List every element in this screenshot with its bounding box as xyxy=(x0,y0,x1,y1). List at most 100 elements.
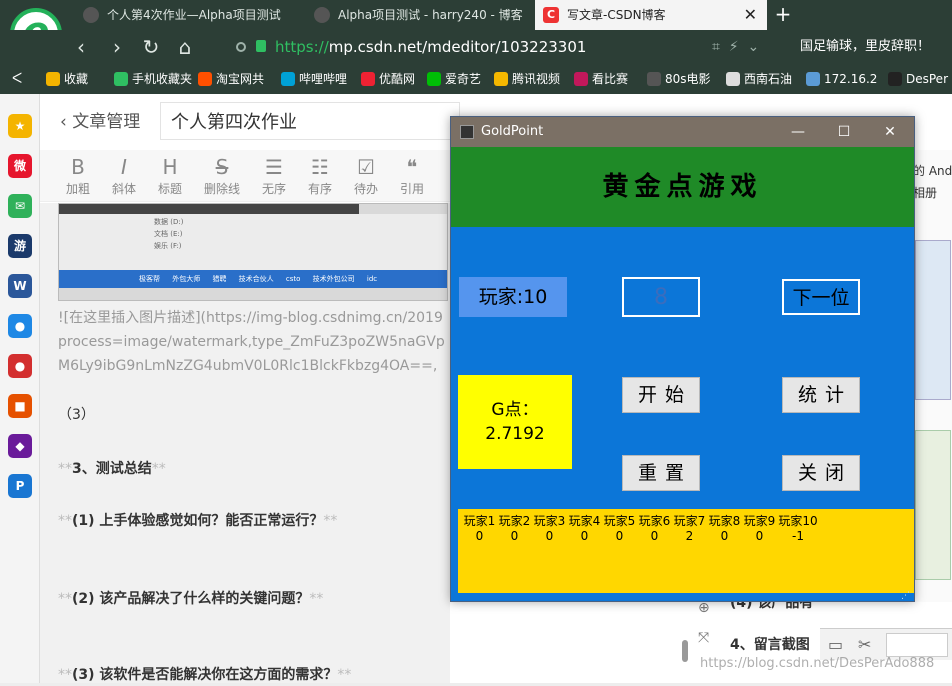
todo-button[interactable]: ☑ 待办 xyxy=(344,154,388,200)
close-icon[interactable]: ✕ xyxy=(867,117,913,147)
player-score: 0 xyxy=(580,529,589,543)
resize-grip-icon[interactable]: ⋰ xyxy=(901,591,911,601)
quote-button[interactable]: ❝ 引用 xyxy=(390,154,434,200)
scrollbar-thumb[interactable] xyxy=(682,640,688,662)
bookmark-item[interactable]: 172.16.2 xyxy=(806,64,877,94)
tab-homework[interactable]: 个人第4次作业—Alpha项目测试 xyxy=(75,0,305,30)
embedded-screenshot-image: 数据 (D:) 文档 (E:) 娱乐 (F:) 极客帮 外包大师 猎聘 技术合伙… xyxy=(58,203,448,301)
bookmark-item[interactable]: 腾讯视频 xyxy=(494,64,560,94)
chat-icon[interactable]: ● xyxy=(8,314,32,338)
player-name: 玩家5 xyxy=(603,514,636,528)
news-ticker[interactable]: 国足输球，里皮辞职！ xyxy=(800,36,952,58)
preview-thumbnail xyxy=(915,430,951,580)
blog-watermark: https://blog.csdn.net/DesPerAdo888 xyxy=(700,656,935,671)
page-icon xyxy=(726,72,740,86)
player-name: 玩家1 xyxy=(463,514,496,528)
player-name: 玩家7 xyxy=(673,514,706,528)
bookmark-item[interactable]: DesPer xyxy=(888,64,948,94)
bookmark-item[interactable]: 看比赛 xyxy=(574,64,628,94)
minimize-icon[interactable]: — xyxy=(775,117,821,147)
angry-birds-icon[interactable]: ● xyxy=(8,354,32,378)
unordered-list-button[interactable]: ☰ 无序 xyxy=(252,154,296,200)
bookmark-item[interactable]: 哔哩哔哩 xyxy=(281,64,347,94)
image-markdown-text[interactable]: ![在这里插入图片描述](https://img-blog.csdnimg.cn… xyxy=(58,306,450,380)
target-icon[interactable]: ⊕ xyxy=(698,600,714,616)
current-player-label: 玩家:10 xyxy=(459,277,567,317)
film-icon xyxy=(647,72,661,86)
bookmark-item[interactable]: 淘宝网共 xyxy=(198,64,264,94)
bookmark-item[interactable]: 收藏 xyxy=(46,64,88,94)
sidebar-toggle-icon[interactable]: ᐸ xyxy=(12,64,22,94)
bookmark-item[interactable]: 西南石油 xyxy=(726,64,792,94)
new-tab-button[interactable]: + xyxy=(770,0,796,30)
close-tab-icon[interactable]: ✕ xyxy=(744,0,757,30)
p-app-icon[interactable]: P xyxy=(8,474,32,498)
quote-icon: ❝ xyxy=(406,155,418,179)
heading-button[interactable]: H 标题 xyxy=(148,154,192,200)
bottom-input[interactable] xyxy=(886,633,948,657)
url-scheme: https:// xyxy=(275,38,329,56)
address-tools[interactable]: ⌗ ⚡ ⌄ xyxy=(712,36,782,58)
unordered-list-icon: ☰ xyxy=(265,155,283,179)
player-name: 玩家3 xyxy=(533,514,566,528)
player-name: 玩家6 xyxy=(638,514,671,528)
security-icon[interactable] xyxy=(236,42,246,52)
bookmark-item[interactable]: 手机收藏夹 xyxy=(114,64,192,94)
thumb-tabs: 极客帮 外包大师 猎聘 技术合伙人 csto 技术外包公司 idc xyxy=(139,275,378,283)
game-icon[interactable]: 游 xyxy=(8,234,32,258)
article-management-link[interactable]: ‹ 文章管理 xyxy=(60,108,160,136)
app-icon[interactable]: ■ xyxy=(8,394,32,418)
ordered-list-button[interactable]: ☷ 有序 xyxy=(298,154,342,200)
reload-icon[interactable]: ↻ xyxy=(138,34,164,60)
scissors-icon[interactable]: ✂ xyxy=(858,635,871,654)
italic-icon: I xyxy=(121,155,127,179)
mail-icon[interactable]: ✉ xyxy=(8,194,32,218)
bookmark-item[interactable]: 80s电影 xyxy=(647,64,711,94)
stats-button[interactable]: 统计 xyxy=(782,377,860,413)
start-button[interactable]: 开始 xyxy=(622,377,700,413)
preview-fragment: 的 And 相册 xyxy=(913,164,952,200)
player-name: 玩家8 xyxy=(708,514,741,528)
strikethrough-button[interactable]: S 删除线 xyxy=(200,154,244,200)
weibo-icon[interactable]: 微 xyxy=(8,154,32,178)
player-name: 玩家2 xyxy=(498,514,531,528)
bookmark-item[interactable]: 爱奇艺 xyxy=(427,64,481,94)
number-input[interactable] xyxy=(622,277,700,317)
favorites-icon[interactable]: ★ xyxy=(8,114,32,138)
expand-icon[interactable]: ⤧ xyxy=(698,630,714,646)
github-icon xyxy=(888,72,902,86)
window-title: GoldPoint xyxy=(481,124,544,139)
paragraph-3[interactable]: （3） xyxy=(58,404,450,426)
question-1[interactable]: **(1) 上手体验感觉如何？能否正常运行？** xyxy=(58,510,450,532)
back-icon[interactable]: ‹ xyxy=(68,34,94,60)
word-icon[interactable]: W xyxy=(8,274,32,298)
puzzle-icon[interactable]: ◆ xyxy=(8,434,32,458)
bookmark-item[interactable]: 优酷网 xyxy=(361,64,415,94)
network-icon xyxy=(806,72,820,86)
home-icon[interactable]: ⌂ xyxy=(172,34,198,60)
player-score: 0 xyxy=(650,529,659,543)
folder-icon[interactable]: ▭ xyxy=(828,635,843,654)
reset-button[interactable]: 重置 xyxy=(622,455,700,491)
strikethrough-icon: S xyxy=(215,155,229,179)
forward-icon[interactable]: › xyxy=(104,34,130,60)
article-title-input[interactable] xyxy=(160,102,460,140)
question-2[interactable]: **(2) 该产品解决了什么样的关键问题？** xyxy=(58,588,450,610)
italic-button[interactable]: I 斜体 xyxy=(102,154,146,200)
bold-icon: B xyxy=(71,155,85,179)
goldpoint-window: GoldPoint — ☐ ✕ 黄金点游戏 玩家:10 下一位 G点： 2.71… xyxy=(450,116,915,602)
url-field[interactable]: https://mp.csdn.net/mdeditor/103223301 xyxy=(275,36,735,58)
tab-alpha-blog[interactable]: Alpha项目测试 - harry240 - 博客 xyxy=(306,0,534,30)
tab-csdn-write[interactable]: C 写文章-CSDN博客 ✕ xyxy=(535,0,767,30)
close-game-button[interactable]: 关闭 xyxy=(782,455,860,491)
star-icon xyxy=(46,72,60,86)
github-favicon-icon xyxy=(83,7,99,23)
section-heading[interactable]: **3、测试总结** xyxy=(58,458,450,480)
bold-button[interactable]: B 加粗 xyxy=(56,154,100,200)
maximize-icon[interactable]: ☐ xyxy=(821,117,867,147)
preview-pane: 的 And 相册 xyxy=(912,150,952,602)
next-player-button[interactable]: 下一位 xyxy=(782,279,860,315)
player-name: 玩家9 xyxy=(743,514,776,528)
browser-sidebar xyxy=(0,94,40,683)
tab-title: 写文章-CSDN博客 xyxy=(567,8,666,22)
